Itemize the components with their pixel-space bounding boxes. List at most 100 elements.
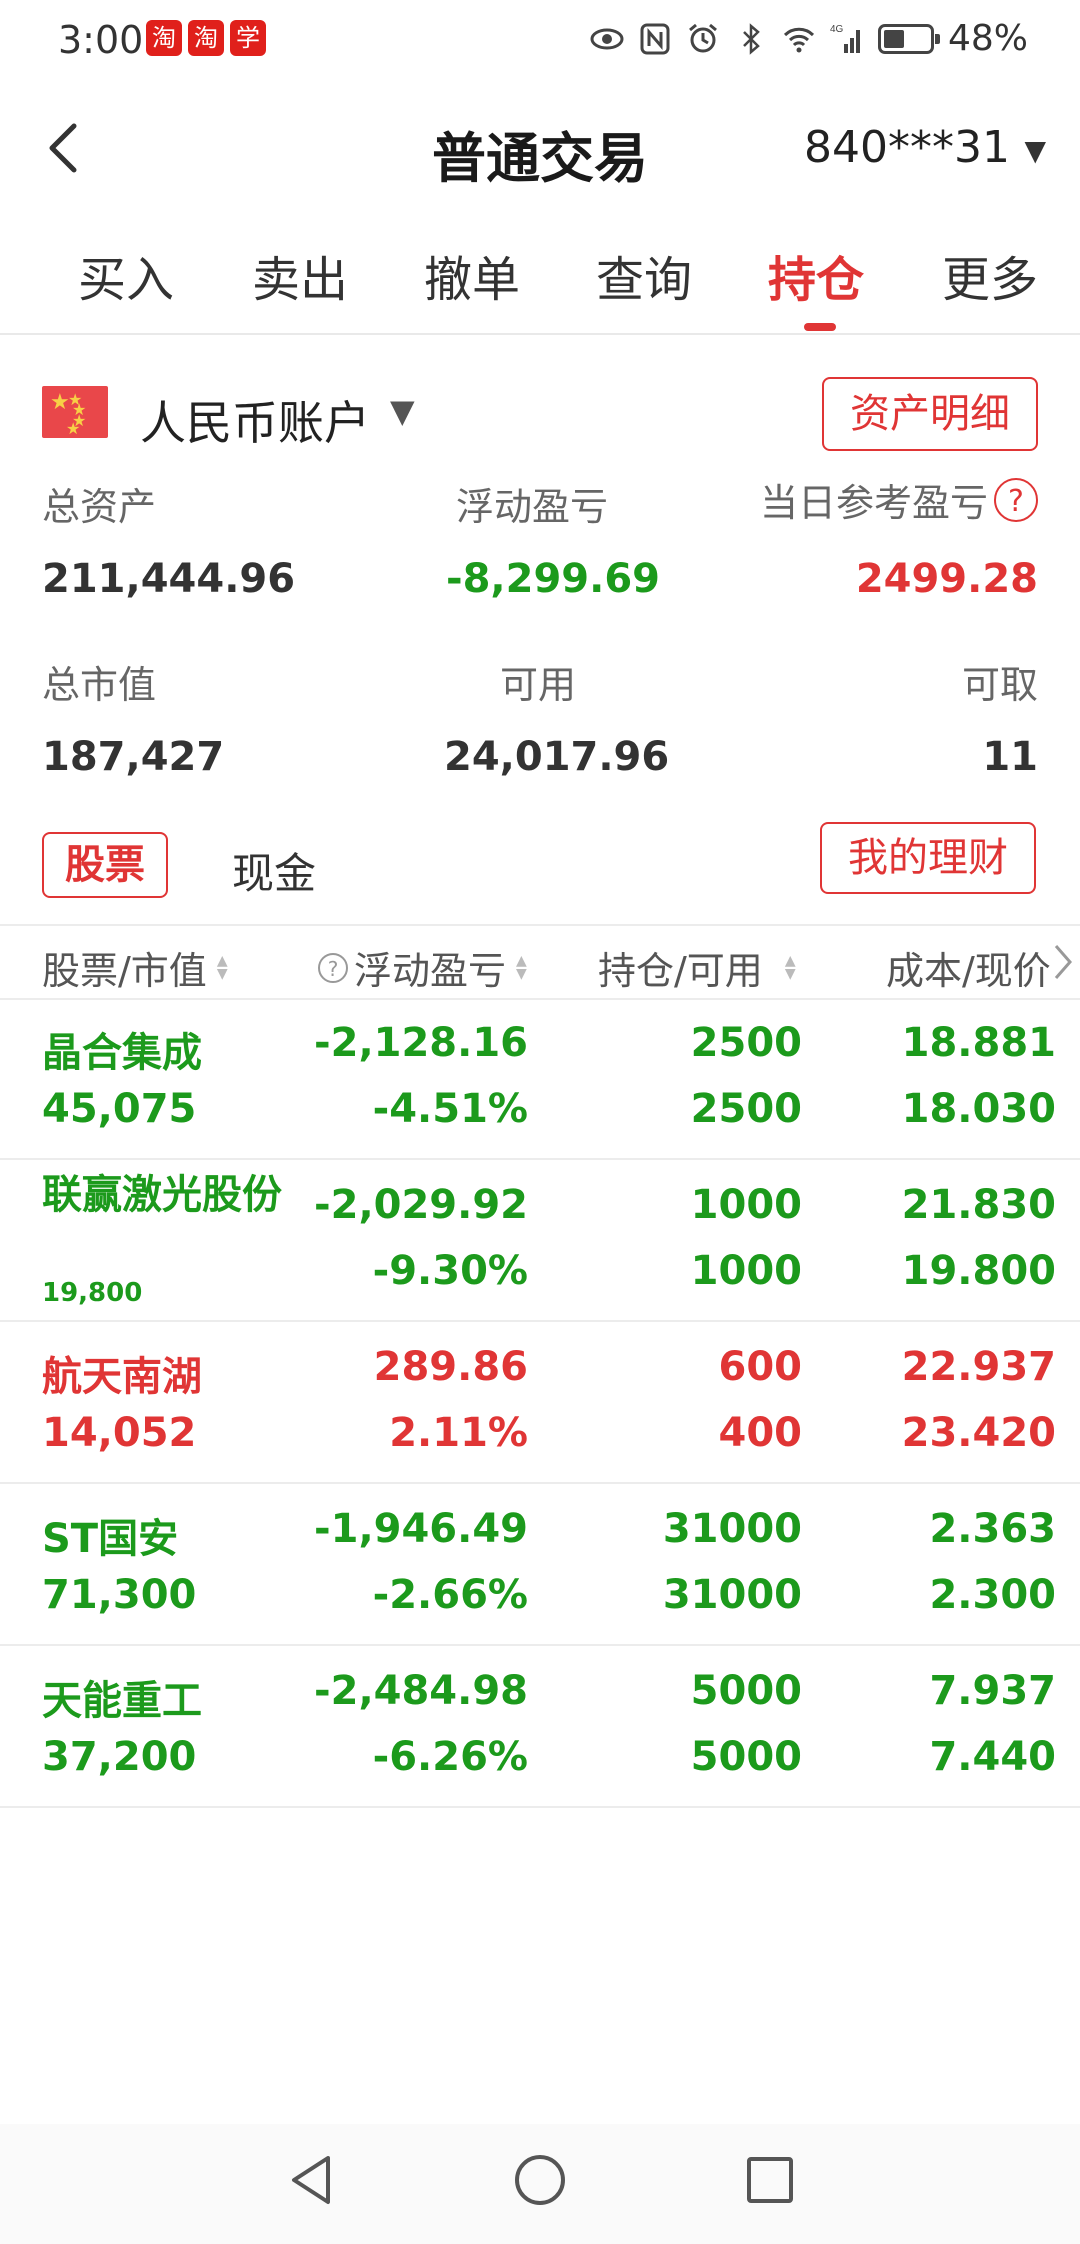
stock-position: 2500 (690, 1020, 802, 1066)
holding-row[interactable]: ST国安 71,300 -1,946.49 -2.66% 31000 31000… (0, 1484, 1080, 1646)
col-position-label: 持仓/可用 (598, 949, 763, 993)
withdrawable-label: 可取 (961, 663, 1038, 707)
float-pl-label: 浮动盈亏 (456, 485, 609, 529)
stock-price: 18.030 (901, 1086, 1056, 1132)
wifi-icon (783, 27, 815, 52)
available-label: 可用 (500, 663, 577, 707)
available-value: 24,017.96 (444, 734, 670, 780)
stock-price: 23.420 (901, 1410, 1056, 1456)
sort-icon[interactable]: ▲ ▼ (785, 954, 796, 981)
tab-more[interactable]: 更多 (942, 240, 1038, 310)
stock-pl-pct: -4.51% (372, 1086, 528, 1132)
stock-market-value: 71,300 (42, 1572, 197, 1618)
holding-row[interactable]: 晶合集成 45,075 -2,128.16 -4.51% 2500 2500 1… (0, 998, 1080, 1160)
stock-name: 航天南湖 (42, 1354, 202, 1400)
stock-available: 5000 (690, 1734, 802, 1780)
caret-down-icon[interactable]: ▼ (1024, 134, 1046, 167)
tab-sell[interactable]: 卖出 (252, 240, 348, 310)
stock-cost: 7.937 (929, 1668, 1056, 1714)
caret-down-icon[interactable]: ▼ (390, 392, 415, 430)
status-time: 3:00 (58, 18, 144, 62)
col-cost-price-label: 成本/现价 (886, 949, 1051, 993)
stock-pl-pct: -2.66% (372, 1572, 528, 1618)
col-float-pl[interactable]: ? 浮动盈亏 ▲ ▼ (318, 940, 527, 995)
stock-price: 2.300 (929, 1572, 1056, 1618)
stock-pl: 289.86 (373, 1344, 528, 1390)
nfc-icon (640, 23, 670, 54)
float-pl-value: -8,299.69 (446, 556, 660, 602)
segment-stock[interactable]: 股票 (42, 832, 168, 898)
stock-pl-pct: -9.30% (372, 1248, 528, 1294)
stock-pl-pct: -6.26% (372, 1734, 528, 1780)
segment-cash[interactable]: 现金 (232, 840, 316, 901)
stock-pl: -1,946.49 (314, 1506, 528, 1552)
nav-recents-icon[interactable] (740, 2150, 800, 2210)
col-stock-value-label: 股票/市值 (42, 949, 207, 993)
china-flag-icon: ★ ★ ★ ★ ★ (42, 386, 108, 438)
taobao-app-icon: 淘 (146, 20, 182, 56)
study-app-icon: 学 (230, 20, 266, 56)
stock-market-value: 14,052 (42, 1410, 197, 1456)
total-assets-label: 总资产 (42, 485, 157, 529)
daily-pl-value: 2499.28 (855, 556, 1038, 602)
account-type[interactable]: 人民币账户 (140, 387, 370, 453)
stock-market-value: 19,800 (42, 1278, 143, 1308)
asset-detail-button[interactable]: 资产明细 (822, 377, 1038, 451)
stock-position: 1000 (690, 1182, 802, 1228)
daily-pl-label-text: 当日参考盈亏 (759, 481, 988, 525)
holdings-table-header: 股票/市值 ▲ ▼ ? 浮动盈亏 ▲ ▼ 持仓/可用 ▲ ▼ 成本/现价 (0, 924, 1080, 1000)
withdrawable-value: 11 (982, 734, 1038, 780)
stock-position: 5000 (690, 1668, 802, 1714)
sort-icon[interactable]: ▲ ▼ (217, 954, 228, 981)
trade-tabs: 买入 卖出 撤单 查询 持仓 更多 (0, 240, 1080, 330)
nav-home-icon[interactable] (510, 2150, 570, 2210)
stock-name: 天能重工 (42, 1678, 202, 1724)
eye-icon (590, 28, 624, 49)
battery-icon (877, 23, 940, 54)
stock-position: 600 (718, 1344, 803, 1390)
daily-pl-label: 当日参考盈亏 ? (760, 472, 1038, 527)
tab-buy[interactable]: 买入 (78, 240, 174, 310)
total-assets-value: 211,444.96 (42, 556, 296, 602)
stock-available: 400 (718, 1410, 803, 1456)
stock-pl: -2,128.16 (314, 1020, 528, 1066)
account-selector[interactable]: 840***31 (804, 122, 1010, 173)
col-cost-price[interactable]: 成本/现价 (886, 940, 1051, 995)
stock-price: 19.800 (901, 1248, 1056, 1294)
active-tab-indicator (804, 323, 836, 331)
tab-query[interactable]: 查询 (596, 240, 692, 310)
stock-market-value: 37,200 (42, 1734, 197, 1780)
col-stock-value[interactable]: 股票/市值 ▲ ▼ (42, 940, 228, 995)
chevron-right-icon[interactable] (1052, 942, 1074, 982)
battery-percent: 48% (947, 18, 1028, 59)
stock-cost: 18.881 (901, 1020, 1056, 1066)
tab-cancel[interactable]: 撤单 (424, 240, 520, 310)
alarm-icon (689, 23, 717, 52)
sort-icon[interactable]: ▲ ▼ (516, 954, 527, 981)
holding-row[interactable]: 航天南湖 14,052 289.86 2.11% 600 400 22.937 … (0, 1322, 1080, 1484)
stock-name: ST国安 (42, 1516, 179, 1562)
holding-row[interactable]: 联赢激光股份 19,800 -2,029.92 -9.30% 1000 1000… (0, 1160, 1080, 1322)
stock-pl: -2,029.92 (314, 1182, 528, 1228)
signal-icon: 4G (830, 24, 860, 53)
help-icon[interactable]: ? (994, 477, 1038, 522)
stock-pl: -2,484.98 (314, 1668, 528, 1714)
col-position[interactable]: 持仓/可用 ▲ ▼ (598, 940, 796, 995)
stock-name: 晶合集成 (42, 1030, 202, 1076)
system-nav-bar (0, 2124, 1080, 2244)
stock-name: 联赢激光股份 (42, 1172, 282, 1218)
divider (0, 333, 1080, 335)
bluetooth-icon (743, 22, 760, 55)
holding-row[interactable]: 天能重工 37,200 -2,484.98 -6.26% 5000 5000 7… (0, 1646, 1080, 1808)
stock-position: 31000 (662, 1506, 802, 1552)
nav-back-icon[interactable] (282, 2150, 342, 2210)
my-wealth-button[interactable]: 我的理财 (820, 822, 1036, 894)
taobao-app-icon-2: 淘 (188, 20, 224, 56)
network-type: 4G (830, 24, 844, 35)
stock-available: 2500 (690, 1086, 802, 1132)
help-icon[interactable]: ? (318, 952, 348, 983)
status-bar: 3:00 淘 淘 学 4G 48% (0, 0, 1080, 84)
tab-positions[interactable]: 持仓 (768, 240, 864, 310)
market-value: 187,427 (42, 734, 225, 780)
stock-cost: 22.937 (901, 1344, 1056, 1390)
